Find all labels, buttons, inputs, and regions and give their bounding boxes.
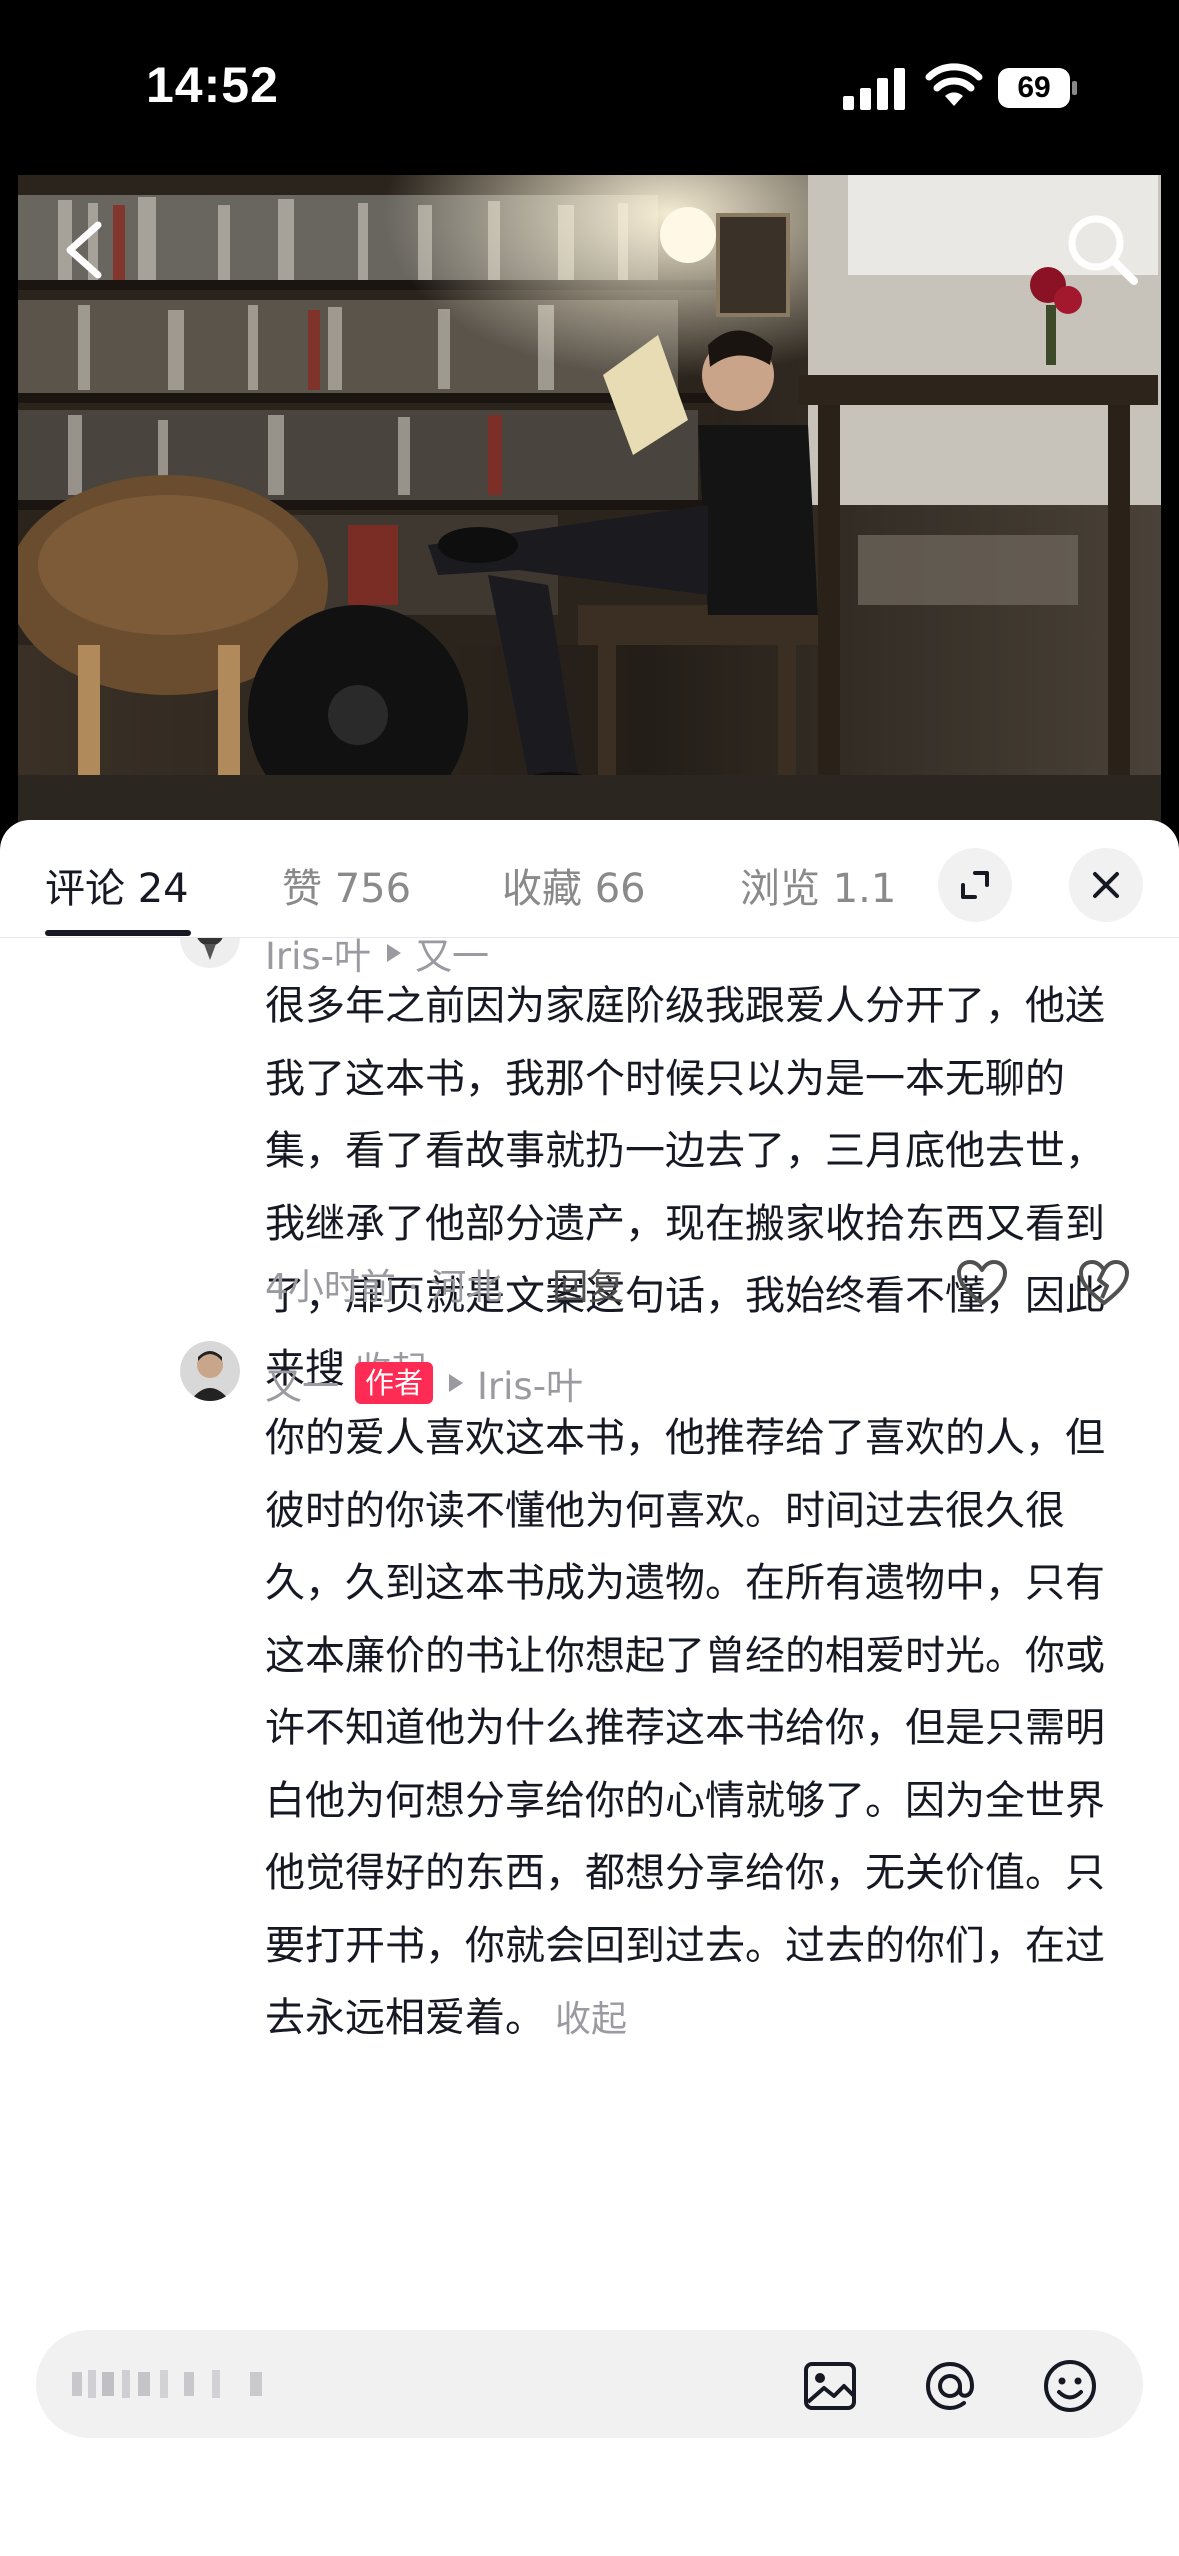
comment-list[interactable]: Iris-叶 又一 很多年之前因为家庭阶级我跟爱人分开了，他送我了这本书，我那个… bbox=[0, 938, 1179, 2308]
battery-icon: 69 bbox=[998, 68, 1078, 108]
input-placeholder-blur bbox=[72, 2370, 262, 2398]
tab-bar: 评论 24 赞 756 收藏 66 浏览 1.1 bbox=[0, 820, 1179, 938]
status-bar: 14:52 69 bbox=[0, 0, 1179, 175]
chevron-left-icon[interactable] bbox=[48, 205, 128, 295]
author-avatar[interactable] bbox=[180, 1341, 240, 1401]
tab-indicator bbox=[45, 930, 191, 936]
tab-views[interactable]: 浏览 1.1 bbox=[740, 856, 896, 914]
comment-sheet: 评论 24 赞 756 收藏 66 浏览 1.1 Iris-叶 又一 很多年之前… bbox=[0, 820, 1179, 2556]
comment-input-bar[interactable] bbox=[36, 2330, 1143, 2438]
wifi-icon bbox=[925, 63, 983, 106]
reply-arrow-icon bbox=[387, 944, 402, 962]
tab-favorites[interactable]: 收藏 66 bbox=[502, 856, 646, 914]
comment-body: 很多年之前因为家庭阶级我跟爱人分开了，他送我了这本书，我那个时候只以为是一本无聊… bbox=[265, 983, 1105, 1392]
comment-time-location: 4小时前 · 河北 bbox=[265, 1267, 503, 1308]
image-icon[interactable] bbox=[800, 2356, 860, 2416]
battery-level: 69 bbox=[1017, 71, 1051, 104]
video-frame bbox=[18, 175, 1161, 830]
author-badge: 作者 bbox=[355, 1362, 434, 1404]
comment-text: 你的爱人喜欢这本书，他推荐给了喜欢的人，但彼时的你读不懂他为何喜欢。时间过去很久… bbox=[265, 1402, 1115, 2057]
fold-link[interactable]: 收起 bbox=[555, 1999, 627, 2040]
expand-button[interactable] bbox=[938, 848, 1012, 922]
status-time: 14:52 bbox=[146, 57, 279, 113]
close-button[interactable] bbox=[1069, 848, 1143, 922]
tab-comments[interactable]: 评论 24 bbox=[45, 856, 189, 914]
reply-arrow-icon bbox=[449, 1374, 464, 1392]
close-icon bbox=[1093, 872, 1119, 898]
broken-heart-icon[interactable] bbox=[1077, 1258, 1131, 1308]
heart-icon[interactable] bbox=[955, 1258, 1009, 1308]
comment-footer: 4小时前 · 河北 回复 bbox=[265, 1258, 624, 1310]
search-icon[interactable] bbox=[1058, 205, 1148, 295]
comment-body: 你的爱人喜欢这本书，他推荐给了喜欢的人，但彼时的你读不懂他为何喜欢。时间过去很久… bbox=[265, 1415, 1105, 2041]
signal-icon bbox=[843, 68, 905, 110]
comment-text: 很多年之前因为家庭阶级我跟爱人分开了，他送我了这本书，我那个时候只以为是一本无聊… bbox=[265, 970, 1115, 1407]
reply-button[interactable]: 回复 bbox=[552, 1267, 624, 1308]
emoji-icon[interactable] bbox=[1040, 2356, 1100, 2416]
tab-likes[interactable]: 赞 756 bbox=[282, 856, 411, 914]
avatar[interactable] bbox=[180, 938, 240, 968]
expand-icon bbox=[961, 871, 989, 899]
at-icon[interactable] bbox=[920, 2356, 980, 2416]
video-player[interactable] bbox=[18, 175, 1161, 830]
